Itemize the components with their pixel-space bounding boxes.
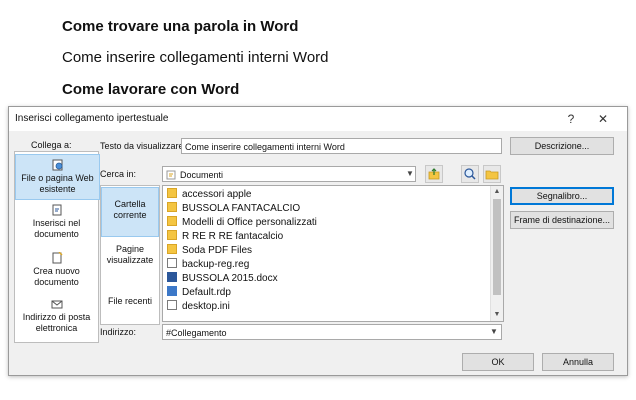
new-document-icon	[52, 252, 63, 264]
email-address-icon	[51, 300, 62, 309]
description-button[interactable]: Descrizione...	[510, 137, 614, 155]
browse-scope-pane: Cartella corrente Pagine visualizzate Fi…	[100, 185, 160, 325]
cancel-button[interactable]: Annulla	[542, 353, 614, 371]
target-frame-button[interactable]: Frame di destinazione...	[510, 211, 614, 229]
display-text-input[interactable]: Come inserire collegamenti interni Word	[181, 138, 502, 154]
insert-hyperlink-dialog: Inserisci collegamento ipertestuale ? ✕ …	[8, 106, 628, 376]
dialog-titlebar: Inserisci collegamento ipertestuale ? ✕	[9, 107, 627, 131]
search-web-button[interactable]	[461, 165, 479, 183]
dialog-title: Inserisci collegamento ipertestuale	[15, 113, 169, 124]
recent-files-tab[interactable]: File recenti	[101, 296, 159, 312]
list-item[interactable]: R RE R RE fantacalcio	[167, 230, 283, 243]
link-to-existing-file[interactable]: File o pagina Web esistente	[15, 154, 100, 200]
scroll-up-icon[interactable]: ▲	[491, 186, 503, 198]
ok-button[interactable]: OK	[462, 353, 534, 371]
address-input[interactable]: #Collegamento	[162, 324, 502, 340]
document-heading-3: Come lavorare con Word	[62, 81, 240, 98]
close-button[interactable]: ✕	[593, 110, 613, 128]
list-item[interactable]: accessori apple	[167, 188, 251, 201]
folder-up-icon	[428, 168, 440, 180]
open-folder-icon	[485, 170, 499, 180]
current-folder-label: Cartella corrente	[113, 199, 147, 220]
list-item[interactable]: desktop.ini	[167, 300, 230, 313]
remote-desktop-icon	[167, 286, 177, 296]
link-to-email-address-label: Indirizzo di posta elettronica	[22, 312, 91, 333]
list-item[interactable]: Modelli di Office personalizzati	[167, 216, 317, 229]
chevron-down-icon[interactable]: ▼	[488, 325, 500, 339]
file-list[interactable]: accessori apple BUSSOLA FANTACALCIO Mode…	[162, 185, 504, 322]
folder-icon	[167, 230, 177, 240]
folder-icon	[167, 188, 177, 198]
link-to-existing-file-label: File o pagina Web esistente	[21, 173, 94, 194]
help-button[interactable]: ?	[561, 110, 581, 128]
list-item[interactable]: BUSSOLA 2015.docx	[167, 272, 278, 285]
list-item[interactable]: BUSSOLA FANTACALCIO	[167, 202, 300, 215]
place-in-document-icon	[52, 204, 61, 216]
globe-file-icon	[52, 159, 62, 171]
folder-icon	[167, 216, 177, 226]
list-item[interactable]: backup-reg.reg	[167, 258, 249, 271]
bookmark-button[interactable]: Segnalibro...	[510, 187, 614, 205]
look-in-label: Cerca in:	[100, 169, 137, 179]
settings-file-icon	[167, 300, 177, 310]
folder-icon	[167, 244, 177, 254]
list-item[interactable]: Soda PDF Files	[167, 244, 252, 257]
documents-folder-icon	[166, 170, 176, 180]
folder-icon	[167, 202, 177, 212]
search-icon	[464, 168, 476, 180]
link-to-new-document[interactable]: Crea nuovo documento	[15, 252, 98, 292]
list-item[interactable]: Default.rdp	[167, 286, 231, 299]
word-document-icon	[167, 272, 177, 282]
recent-files-label: File recenti	[107, 296, 152, 306]
address-label: Indirizzo:	[100, 327, 137, 337]
document-heading-1: Come trovare una parola in Word	[62, 18, 299, 35]
browse-file-button[interactable]	[483, 165, 501, 183]
scroll-down-icon[interactable]: ▼	[491, 309, 503, 321]
browsed-pages-tab[interactable]: Pagine visualizzate	[101, 244, 159, 274]
current-folder-tab[interactable]: Cartella corrente	[101, 187, 159, 237]
chevron-down-icon[interactable]: ▼	[404, 167, 416, 181]
look-in-value: Documenti	[180, 170, 224, 180]
document-line-2: Come inserire collegamenti interni Word	[62, 49, 329, 66]
look-in-select[interactable]: Documenti	[162, 166, 416, 182]
display-text-label: Testo da visualizzare:	[100, 141, 187, 151]
link-to-pane: File o pagina Web esistente Inserisci ne…	[14, 151, 100, 343]
collega-label: Collega a:	[31, 140, 72, 150]
file-list-scrollbar[interactable]: ▲ ▼	[490, 186, 503, 321]
link-to-email-address[interactable]: Indirizzo di posta elettronica	[15, 298, 98, 340]
browsed-pages-label: Pagine visualizzate	[106, 244, 154, 265]
registry-file-icon	[167, 258, 177, 268]
scroll-thumb[interactable]	[493, 199, 501, 295]
link-to-place-in-document[interactable]: Inserisci nel documento	[15, 204, 98, 244]
link-to-new-document-label: Crea nuovo documento	[33, 266, 80, 287]
browse-web-button[interactable]	[425, 165, 443, 183]
link-to-place-in-document-label: Inserisci nel documento	[32, 218, 81, 239]
